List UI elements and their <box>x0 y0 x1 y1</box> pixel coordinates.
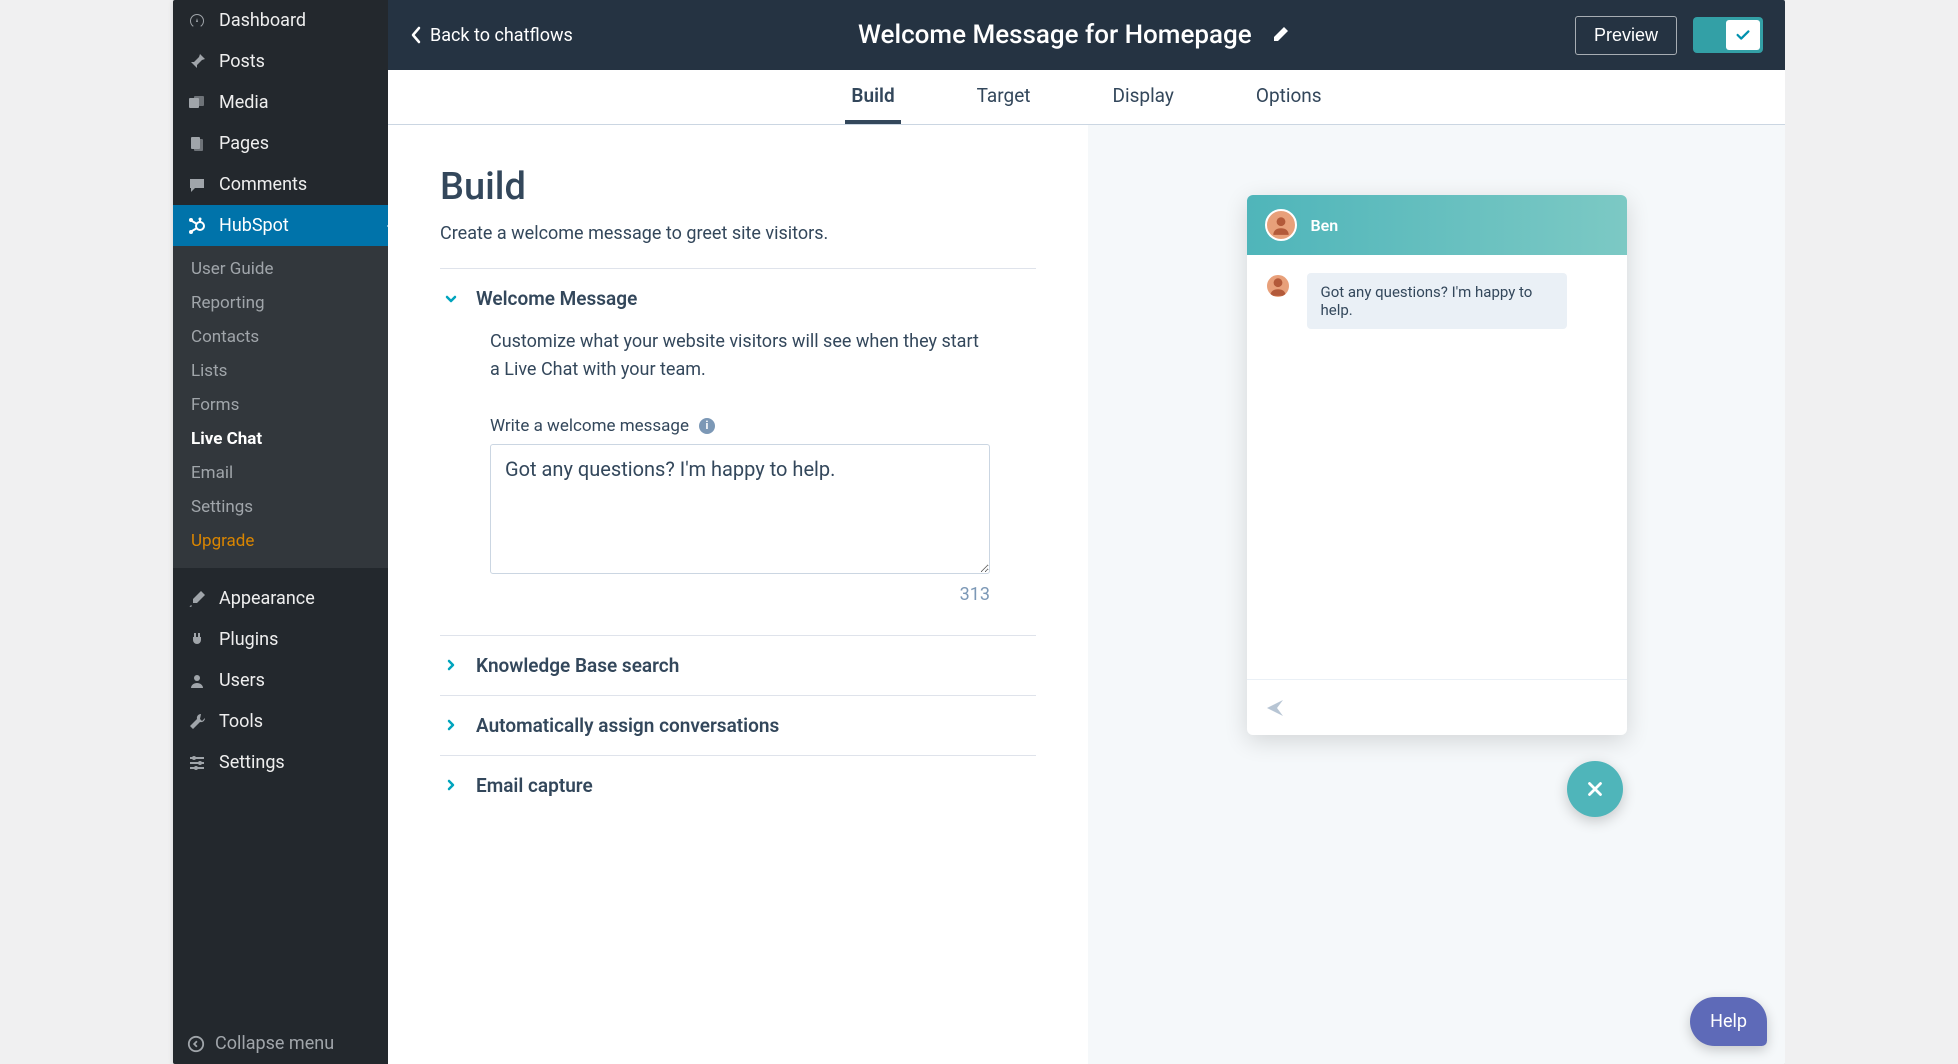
welcome-message-body: Customize what your website visitors wil… <box>440 328 1036 635</box>
accordion-label: Automatically assign conversations <box>476 714 779 737</box>
accordion-welcome-message[interactable]: Welcome Message <box>440 269 1036 328</box>
build-subheading: Create a welcome message to greet site v… <box>440 223 1036 244</box>
sub-item-live-chat[interactable]: Live Chat <box>173 422 388 456</box>
sidebar-label: Dashboard <box>219 10 306 31</box>
wrench-icon <box>187 712 207 732</box>
sidebar-item-pages[interactable]: Pages <box>173 123 388 164</box>
close-chat-fab[interactable] <box>1567 761 1623 817</box>
comment-icon <box>187 175 207 195</box>
pin-icon <box>187 52 207 72</box>
accordion-knowledge-base[interactable]: Knowledge Base search <box>440 636 1036 695</box>
sidebar-item-hubspot[interactable]: HubSpot <box>173 205 388 246</box>
collapse-icon <box>187 1035 205 1053</box>
chatflow-title: Welcome Message for Homepage <box>858 20 1252 50</box>
sidebar-item-media[interactable]: Media <box>173 82 388 123</box>
agent-name: Ben <box>1311 216 1339 235</box>
send-icon <box>1265 698 1285 718</box>
sub-item-forms[interactable]: Forms <box>173 388 388 422</box>
accordion-label: Email capture <box>476 774 593 797</box>
sub-item-contacts[interactable]: Contacts <box>173 320 388 354</box>
back-label: Back to chatflows <box>430 25 573 46</box>
chat-widget-preview: Ben Got any questions? I'm happy to help… <box>1247 195 1627 735</box>
sidebar-label: Tools <box>219 711 263 732</box>
sidebar-item-comments[interactable]: Comments <box>173 164 388 205</box>
sidebar-label: Pages <box>219 133 269 154</box>
sidebar-submenu-hubspot: User Guide Reporting Contacts Lists Form… <box>173 246 388 568</box>
sidebar-item-dashboard[interactable]: Dashboard <box>173 0 388 41</box>
chat-body: Got any questions? I'm happy to help. <box>1247 255 1627 679</box>
build-heading: Build <box>440 165 1036 209</box>
chevron-right-icon <box>444 658 458 672</box>
accordion-label: Knowledge Base search <box>476 654 679 677</box>
chatflow-tabs: Build Target Display Options <box>388 70 1785 125</box>
sidebar-item-tools[interactable]: Tools <box>173 701 388 742</box>
sub-item-email[interactable]: Email <box>173 456 388 490</box>
chevron-right-icon <box>444 778 458 792</box>
tab-build[interactable]: Build <box>845 70 900 124</box>
plug-icon <box>187 630 207 650</box>
preview-button[interactable]: Preview <box>1575 16 1677 55</box>
chat-bubble: Got any questions? I'm happy to help. <box>1307 273 1567 329</box>
media-icon <box>187 93 207 113</box>
hubspot-icon <box>187 216 207 236</box>
close-icon <box>1584 778 1606 800</box>
sub-item-upgrade[interactable]: Upgrade <box>173 524 388 558</box>
welcome-message-textarea[interactable] <box>490 444 990 574</box>
tab-options[interactable]: Options <box>1250 70 1328 124</box>
chat-input-footer[interactable] <box>1247 679 1627 735</box>
sidebar-item-appearance[interactable]: Appearance <box>173 578 388 619</box>
sidebar-item-settings[interactable]: Settings <box>173 742 388 783</box>
edit-title-icon[interactable] <box>1270 25 1290 45</box>
chevron-down-icon <box>444 292 458 306</box>
accordion-label: Welcome Message <box>476 287 637 310</box>
gauge-icon <box>187 11 207 31</box>
info-icon[interactable]: i <box>699 418 715 434</box>
wp-admin-sidebar: Dashboard Posts Media Pages Comments Hub… <box>173 0 388 1064</box>
sidebar-label: Media <box>219 92 269 113</box>
sidebar-item-users[interactable]: Users <box>173 660 388 701</box>
sidebar-label: Comments <box>219 174 307 195</box>
build-panel: Build Create a welcome message to greet … <box>388 125 1088 1064</box>
sidebar-item-posts[interactable]: Posts <box>173 41 388 82</box>
sidebar-label: Users <box>219 670 265 691</box>
help-button[interactable]: Help <box>1690 997 1767 1046</box>
sidebar-label: Plugins <box>219 629 278 650</box>
sub-item-reporting[interactable]: Reporting <box>173 286 388 320</box>
chat-preview-area: Ben Got any questions? I'm happy to help… <box>1088 125 1785 1064</box>
back-to-chatflows[interactable]: Back to chatflows <box>410 25 573 46</box>
sub-item-settings[interactable]: Settings <box>173 490 388 524</box>
sidebar-label: Posts <box>219 51 265 72</box>
sliders-icon <box>187 753 207 773</box>
user-icon <box>187 671 207 691</box>
toggle-knob <box>1726 20 1760 50</box>
publish-toggle[interactable] <box>1693 17 1763 53</box>
agent-avatar <box>1265 209 1297 241</box>
tab-display[interactable]: Display <box>1107 70 1180 124</box>
sub-item-lists[interactable]: Lists <box>173 354 388 388</box>
brush-icon <box>187 589 207 609</box>
accordion-email-capture[interactable]: Email capture <box>440 756 1036 815</box>
sub-item-user-guide[interactable]: User Guide <box>173 252 388 286</box>
sidebar-item-plugins[interactable]: Plugins <box>173 619 388 660</box>
sidebar-label: Appearance <box>219 588 315 609</box>
sidebar-label: HubSpot <box>219 215 289 236</box>
pages-icon <box>187 134 207 154</box>
sidebar-label: Settings <box>219 752 285 773</box>
accordion-auto-assign[interactable]: Automatically assign conversations <box>440 696 1036 755</box>
chatflow-header: Back to chatflows Welcome Message for Ho… <box>388 0 1785 70</box>
chevron-right-icon <box>444 718 458 732</box>
welcome-field-label: Write a welcome message <box>490 416 689 436</box>
agent-avatar-small <box>1265 273 1291 299</box>
chat-header: Ben <box>1247 195 1627 255</box>
welcome-help-text: Customize what your website visitors wil… <box>490 328 990 384</box>
char-counter: 313 <box>490 584 990 605</box>
check-icon <box>1734 26 1752 44</box>
collapse-menu[interactable]: Collapse menu <box>173 1023 388 1064</box>
tab-target[interactable]: Target <box>971 70 1037 124</box>
collapse-label: Collapse menu <box>215 1033 334 1054</box>
chevron-left-icon <box>410 25 422 45</box>
